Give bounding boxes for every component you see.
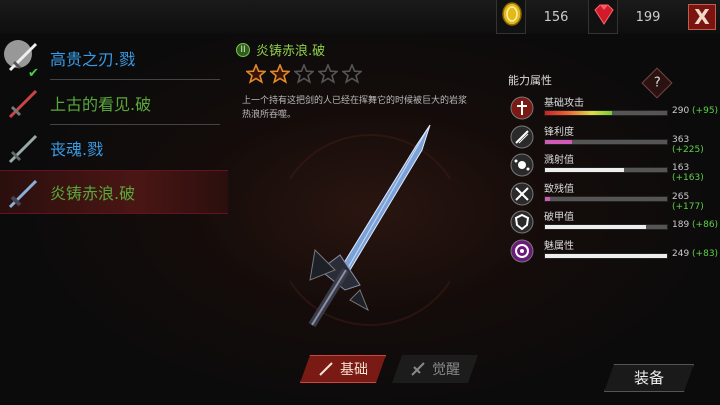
coin-resource: 156 [496,0,586,34]
splash-icon [510,153,534,177]
stat-bar [544,195,668,202]
help-icon: ? [653,75,661,90]
weapon-list: ✔ 高贵之刃.戮 上古的看见.破 丧魂.戮 炎铸赤浪.破 [0,34,228,214]
weapon-list-item[interactable]: 丧魂.戮 [0,126,228,170]
stat-bar-fill [545,225,647,229]
sword-tab-icon [318,361,334,377]
stat-bar [544,110,668,116]
stat-bar-fill [545,139,572,144]
stat-bar-fill [545,168,625,172]
stat-value: 290 (+95) [672,106,718,116]
gem-resource: 199 [588,0,678,34]
weapon-title: II 炎铸赤浪.破 [236,40,325,59]
cripple-icon [510,182,534,205]
weapon-list-item[interactable]: 上古的看见.破 [0,81,228,125]
weapon-sword-image [290,124,450,328]
stat-label: 溅射值 [544,155,574,166]
tab-basic[interactable]: 基础 [300,355,386,383]
stat-row: 溅射值 163 (+163) [510,153,720,183]
coin-count: 156 [543,9,569,25]
detail-tabs: 基础 觉醒 [300,355,478,383]
ruby-icon [588,0,618,34]
stat-label: 破甲值 [544,212,574,223]
gem-count: 199 [635,9,661,25]
stat-value: 249 (+83) [672,249,718,259]
stat-row: 致残值 265 (+177) [510,182,720,212]
weapon-name: 炎铸赤浪.破 [256,44,326,59]
stat-row: 基础攻击 290 (+95) [510,96,720,124]
stat-bar-fill [545,111,613,115]
tab-awaken[interactable]: 觉醒 [392,355,478,383]
weapon-list-item-label: 上古的看见.破 [50,95,152,114]
stat-label: 致残值 [544,183,574,195]
stat-row: 锋利度 363 (+225) [510,125,720,155]
star-filled-icon [270,64,290,84]
stat-label: 基础攻击 [544,98,584,109]
stat-bar-fill [545,253,667,258]
sharpness-icon [510,125,534,148]
stat-row: 破甲值 189 (+86) [510,210,720,238]
weapon-list-item-label: 高贵之刃.戮 [50,50,136,69]
stat-bonus: (+83) [689,248,719,259]
equip-button[interactable]: 装备 [604,364,694,392]
weapon-list-item-selected[interactable]: 炎铸赤浪.破 [0,170,228,214]
coin-icon [496,0,526,34]
awaken-tab-icon [410,361,426,377]
stat-value-number: 163 [672,163,690,173]
equipped-check-icon: ✔ [28,66,39,81]
stat-value: 363 (+225) [672,135,720,155]
sword-thumbnail-icon [4,130,40,166]
stat-value-number: 290 [672,106,690,116]
stat-value-number: 363 [672,134,690,145]
stat-value-number: 189 [672,220,690,230]
stat-label: 魅属性 [544,240,574,252]
stat-value: 265 (+177) [672,192,720,212]
star-empty-icon [342,64,362,84]
stat-row: 魅属性 249 (+83) [510,239,720,267]
divider [50,79,220,80]
weapon-description: 上一个持有这把剑的人已经在挥舞它的时候被巨大的岩浆热浪所吞噬。 [242,96,468,120]
stat-value: 163 (+163) [672,163,720,183]
stat-bonus: (+86) [689,220,719,230]
weapon-screen: 156 199 X ✔ 高贵之刃.戮 上古的看见.破 丧魂.戮 炎铸赤浪.破 I… [0,0,720,405]
stat-bar [544,167,668,173]
help-button[interactable]: ? [641,67,673,99]
charm-icon [510,239,534,262]
weapon-list-item[interactable]: ✔ 高贵之刃.戮 [0,36,228,81]
armor-break-icon [510,210,534,234]
attributes-title: 能力属性 [508,74,552,87]
star-empty-icon [318,64,338,84]
weapon-list-item-label: 丧魂.戮 [50,140,104,159]
close-button[interactable]: X [688,4,716,30]
star-filled-icon [246,64,266,84]
stat-value-number: 265 [672,191,690,202]
stat-bar-fill [545,196,550,201]
stat-bar [544,252,668,259]
star-empty-icon [294,64,314,84]
sword-thumbnail-icon [4,175,40,211]
weapon-list-item-label: 炎铸赤浪.破 [50,184,136,203]
attack-icon [510,96,534,120]
stat-bar [544,138,668,145]
rank-badge: II [236,42,250,57]
tab-awaken-label: 觉醒 [432,362,460,378]
stat-label: 锋利度 [544,126,574,138]
star-rating [246,64,362,84]
stat-bar [544,224,668,230]
stat-value-number: 249 [672,248,690,259]
sword-thumbnail-icon [4,85,40,121]
stat-value: 189 (+86) [672,220,718,230]
divider [50,124,220,125]
stat-bonus: (+95) [689,106,719,116]
tab-basic-label: 基础 [340,362,368,378]
